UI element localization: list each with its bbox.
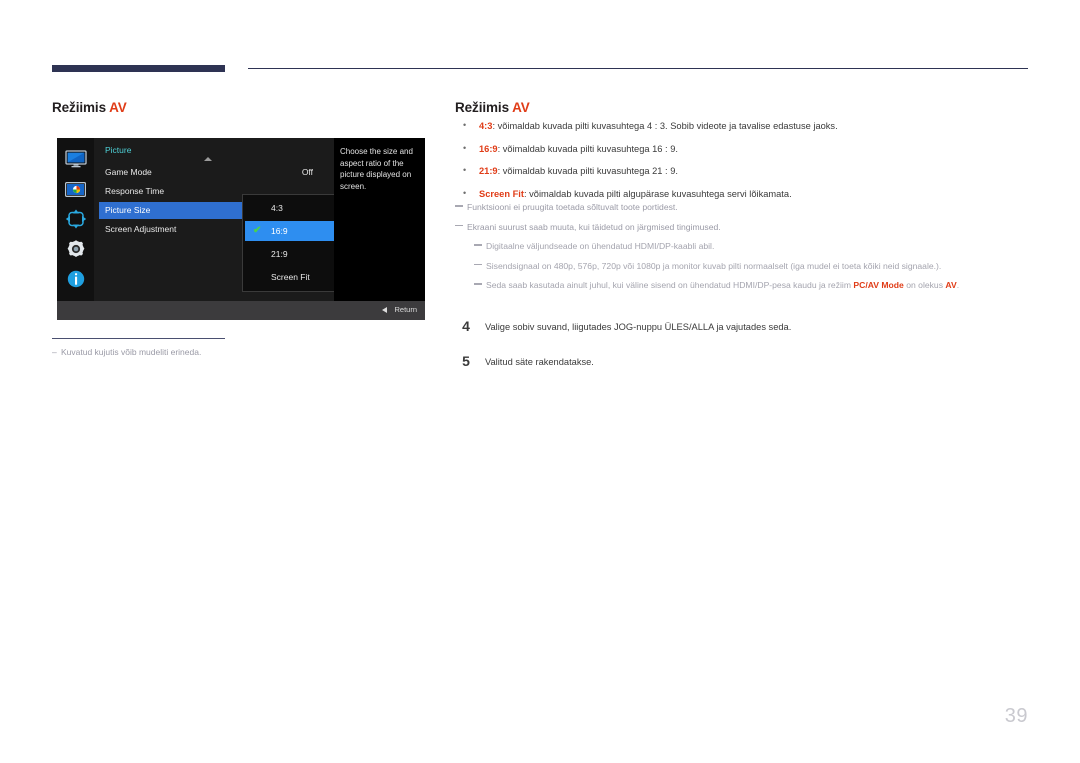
bullet-text: : võimaldab kuvada pilti kuvasuhtega 16 …	[497, 143, 678, 154]
dash-marker-icon	[474, 263, 482, 265]
dash-marker-icon	[474, 283, 482, 285]
osd-row-label: Picture Size	[105, 205, 151, 215]
note-text-3: .	[956, 280, 960, 290]
osd-screenshot: Picture Game Mode Off Response Time Pict…	[57, 138, 425, 320]
header-rule-thick	[52, 65, 225, 72]
step-text: Valige sobiv suvand, liigutades JOG-nupp…	[485, 322, 792, 332]
list-item: Screen Fit: võimaldab kuvada pilti algup…	[455, 187, 1030, 201]
triangle-left-icon	[382, 306, 388, 313]
osd-footer-bar: Return	[57, 301, 425, 320]
bullet-term: 16:9	[479, 143, 498, 154]
note-text: Seda saab kasutada ainult juhul, kui väl…	[486, 280, 854, 290]
osd-sidebar	[57, 138, 94, 301]
osd-row-label: Screen Adjustment	[105, 224, 177, 234]
bullet-text: : võimaldab kuvada pilti kuvasuhtega 4 :…	[492, 121, 838, 131]
note-item: Ekraani suurust saab muuta, kui täidetud…	[455, 221, 1030, 233]
note-item: Funktsiooni ei pruugita toetada sõltuval…	[455, 201, 1030, 213]
osd-row-value: Off	[301, 167, 313, 177]
header-rule	[52, 63, 1028, 75]
note-text-2: on olekus	[903, 280, 946, 290]
note-strong: PC/AV Mode	[853, 280, 904, 290]
bullet-term: 21:9	[479, 166, 498, 176]
osd-row-label: Game Mode	[105, 167, 152, 177]
list-item: 4:3: võimaldab kuvada pilti kuvasuhtega …	[455, 119, 1030, 133]
return-label: Return	[394, 305, 417, 314]
bullet-term: Screen Fit	[479, 188, 524, 199]
heading-right-text: Režiimis	[455, 100, 513, 115]
osd-row-label: Response Time	[105, 186, 165, 196]
note-text: Ekraani suurust saab muuta, kui täidetud…	[467, 221, 721, 232]
list-item: 21:9: võimaldab kuvada pilti kuvasuhtega…	[455, 164, 1030, 178]
step-item: 5 Valitud säte rakendatakse.	[455, 353, 975, 377]
heading-left-text: Režiimis	[52, 100, 110, 115]
note-strong-2: AV	[945, 280, 957, 290]
bullet-text: : võimaldab kuvada pilti kuvasuhtega 21 …	[497, 166, 678, 176]
screen-adjust-arrows-icon[interactable]	[64, 208, 88, 230]
picture-color-icon[interactable]	[64, 178, 88, 200]
page-title-right: Režiimis AV	[455, 100, 530, 115]
dash-marker-icon	[455, 224, 463, 226]
info-icon[interactable]	[64, 268, 88, 290]
bullet-list: 4:3: võimaldab kuvada pilti kuvasuhtega …	[455, 119, 1030, 210]
osd-menu-title: Picture	[105, 145, 132, 155]
gear-settings-icon[interactable]	[64, 238, 88, 260]
osd-help-text: Choose the size and aspect ratio of the …	[334, 138, 425, 301]
monitor-icon[interactable]	[64, 148, 88, 170]
caption-rule	[52, 338, 225, 339]
note-text: Funktsiooni ei pruugita toetada sõltuval…	[467, 202, 678, 212]
note-item-sub: Sisendsignaal on 480p, 576p, 720p või 10…	[455, 260, 1030, 272]
bullet-term: 4:3	[479, 121, 493, 131]
dash-marker-icon	[455, 205, 463, 207]
header-rule-thin	[248, 68, 1028, 69]
caption-note: ‒ Kuvatud kujutis võib mudeliti erineda.	[52, 346, 382, 359]
dropdown-option-label: Screen Fit	[271, 272, 310, 282]
note-text: Digitaalne väljundseade on ühendatud HDM…	[486, 241, 715, 251]
step-number: 5	[462, 353, 470, 369]
step-text: Valitud säte rakendatakse.	[485, 357, 594, 367]
page-number: 39	[1004, 705, 1028, 727]
note-text: Sisendsignaal on 480p, 576p, 720p või 10…	[486, 260, 942, 271]
note-item-sub: Digitaalne väljundseade on ühendatud HDM…	[455, 240, 1030, 252]
page-title-left: Režiimis AV	[52, 100, 127, 115]
osd-menu-panel: Picture Game Mode Off Response Time Pict…	[94, 138, 364, 301]
osd-row-game-mode[interactable]: Game Mode Off	[99, 164, 327, 181]
chevron-up-icon[interactable]	[204, 157, 212, 161]
list-item: 16:9: võimaldab kuvada pilti kuvasuhtega…	[455, 142, 1030, 156]
heading-right-accent: AV	[512, 100, 530, 115]
step-list: 4 Valige sobiv suvand, liigutades JOG-nu…	[455, 318, 975, 390]
note-list: Funktsiooni ei pruugita toetada sõltuval…	[455, 201, 1030, 299]
dash-marker-icon	[474, 244, 482, 246]
note-item-sub: Seda saab kasutada ainult juhul, kui väl…	[455, 279, 1030, 291]
heading-left-accent: AV	[109, 100, 127, 115]
return-button[interactable]: Return	[382, 305, 417, 314]
dropdown-option-label: 21:9	[271, 249, 288, 259]
check-icon: ✔	[253, 225, 262, 236]
step-number: 4	[462, 318, 470, 334]
step-item: 4 Valige sobiv suvand, liigutades JOG-nu…	[455, 318, 975, 342]
dash-marker-icon: ‒	[52, 347, 57, 357]
caption-note-text: Kuvatud kujutis võib mudeliti erineda.	[61, 347, 202, 357]
dropdown-option-label: 4:3	[271, 203, 283, 213]
bullet-text: : võimaldab kuvada pilti algupärase kuva…	[523, 188, 792, 199]
dropdown-option-label: 16:9	[271, 226, 288, 236]
